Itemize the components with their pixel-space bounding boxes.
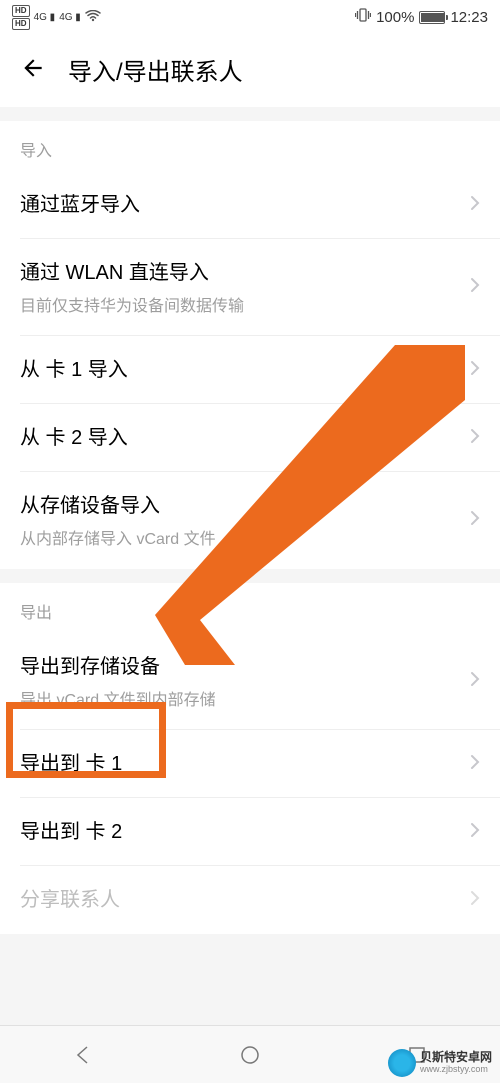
list-item-title: 分享联系人 [20, 886, 470, 914]
list-item-subtitle: 导出 vCard 文件到内部存储 [20, 686, 470, 710]
list-item-title: 导出到 卡 2 [20, 818, 470, 846]
list-item-title: 从 卡 1 导入 [20, 356, 470, 384]
import-storage[interactable]: 从存储设备导入 从内部存储导入 vCard 文件 [0, 472, 500, 569]
page-title: 导入/导出联系人 [68, 52, 243, 87]
battery-percent: 100% [376, 9, 414, 26]
import-sim2[interactable]: 从 卡 2 导入 [0, 404, 500, 472]
list-item-title: 从存储设备导入 [20, 492, 470, 520]
list-item-title: 通过 WLAN 直连导入 [20, 259, 470, 287]
list-item-title: 通过蓝牙导入 [20, 191, 470, 219]
export-storage[interactable]: 导出到存储设备 导出 vCard 文件到内部存储 [0, 633, 500, 730]
chevron-right-icon [470, 359, 480, 382]
list-item-title: 从 卡 2 导入 [20, 424, 470, 452]
nav-back[interactable] [70, 1042, 96, 1068]
page-header: 导入/导出联系人 [0, 34, 500, 107]
chevron-right-icon [470, 194, 480, 217]
section-header-export: 导出 [0, 583, 500, 633]
import-bluetooth[interactable]: 通过蓝牙导入 [0, 171, 500, 239]
chevron-right-icon [470, 276, 480, 299]
wifi-icon [85, 10, 101, 25]
status-bar: HD HD 4G ▮ 4G ▮ 100% 12:23 [0, 0, 500, 34]
export-sim1[interactable]: 导出到 卡 1 [0, 730, 500, 798]
signal-4g-1: 4G ▮ [34, 12, 56, 23]
export-list: 导出到存储设备 导出 vCard 文件到内部存储 导出到 卡 1 导出到 卡 2… [0, 633, 500, 934]
chevron-right-icon [470, 427, 480, 450]
chevron-right-icon [470, 670, 480, 693]
section-header-import: 导入 [0, 121, 500, 171]
list-item-title: 导出到存储设备 [20, 653, 470, 681]
watermark-icon [388, 1049, 416, 1077]
signal-4g-2: 4G ▮ [59, 12, 81, 23]
import-list: 通过蓝牙导入 通过 WLAN 直连导入 目前仅支持华为设备间数据传输 从 卡 1… [0, 171, 500, 569]
import-sim1[interactable]: 从 卡 1 导入 [0, 336, 500, 404]
export-sim2[interactable]: 导出到 卡 2 [0, 798, 500, 866]
watermark-url: www.zjbstyy.com [420, 1065, 492, 1075]
battery-icon [419, 11, 445, 24]
nav-home[interactable] [237, 1042, 263, 1068]
clock: 12:23 [450, 9, 488, 26]
list-item-title: 导出到 卡 1 [20, 750, 470, 778]
import-wlan[interactable]: 通过 WLAN 直连导入 目前仅支持华为设备间数据传输 [0, 239, 500, 336]
watermark-title: 贝斯特安卓网 [420, 1051, 492, 1064]
chevron-right-icon [470, 889, 480, 912]
hd1-badge: HD [12, 5, 30, 17]
watermark: 贝斯特安卓网 www.zjbstyy.com [388, 1049, 492, 1077]
back-button[interactable] [20, 55, 46, 85]
status-right: 100% 12:23 [355, 8, 488, 26]
list-item-subtitle: 目前仅支持华为设备间数据传输 [20, 292, 470, 316]
hd2-badge: HD [12, 18, 30, 30]
list-item-subtitle: 从内部存储导入 vCard 文件 [20, 525, 470, 549]
vibrate-icon [355, 8, 371, 26]
chevron-right-icon [470, 753, 480, 776]
status-left: HD HD 4G ▮ 4G ▮ [12, 5, 101, 30]
share-contacts: 分享联系人 [0, 866, 500, 934]
chevron-right-icon [470, 509, 480, 532]
chevron-right-icon [470, 821, 480, 844]
